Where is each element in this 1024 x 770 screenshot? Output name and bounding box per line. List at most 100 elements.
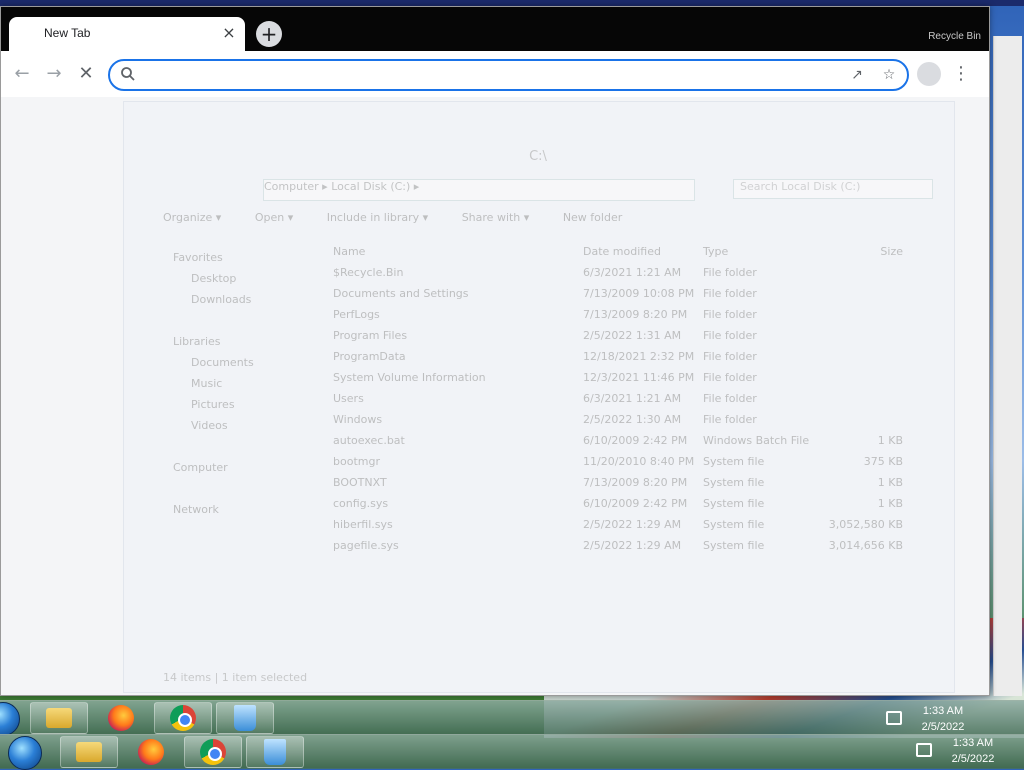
folder-icon <box>46 708 72 728</box>
file-type: Windows Batch File <box>703 434 810 447</box>
ghost-command-bar: Organize ▾ Open ▾ Include in library ▾ S… <box>163 211 652 224</box>
file-name: BOOTNXT <box>333 476 387 489</box>
file-list-row: config.sys 6/10/2009 2:42 PM System file 1 … <box>333 493 903 514</box>
file-type: File folder <box>703 266 757 279</box>
file-date: 2/5/2022 1:29 AM <box>583 539 682 552</box>
file-type: System file <box>703 476 765 489</box>
arrow-left-icon[interactable]: ← <box>9 61 35 87</box>
ghost-explorer-window: C:\ Computer ▸ Local Disk (C:) ▸ Search … <box>123 101 983 693</box>
ghost-command: Organize ▾ <box>163 211 222 224</box>
file-type: File folder <box>703 329 757 342</box>
file-name: ProgramData <box>333 350 406 363</box>
search-icon <box>121 67 135 81</box>
background-window-label: Recycle Bin <box>928 31 981 42</box>
file-date: 2/5/2022 1:29 AM <box>583 518 682 531</box>
taskbar-firefox-button[interactable] <box>92 702 150 734</box>
file-type: File folder <box>703 350 757 363</box>
share-icon[interactable]: ↗ <box>848 66 866 84</box>
file-type: File folder <box>703 287 757 300</box>
file-name: $Recycle.Bin <box>333 266 404 279</box>
tab-strip: New Tab × + Recycle Bin <box>1 7 989 51</box>
ghost-file-list: Name Date modified Type Size $Recycle.Bin 6/… <box>333 241 903 556</box>
file-list-row: Documents and Settings 7/13/2009 10:08 PM… <box>333 283 903 304</box>
file-name: bootmgr <box>333 455 380 468</box>
kebab-menu-icon[interactable]: ⋮ <box>951 62 971 86</box>
file-list-row: bootmgr 11/20/2010 8:40 PM System file 375 … <box>333 451 903 472</box>
ghost-nav-item <box>173 478 254 499</box>
column-header-type: Type <box>703 245 729 258</box>
file-list-row: pagefile.sys 2/5/2022 1:29 AM System file 3… <box>333 535 903 556</box>
start-button[interactable] <box>0 702 20 736</box>
ghost-nav-item: Network <box>173 503 219 516</box>
network-icon[interactable] <box>916 743 932 757</box>
ghost-command: Open ▾ <box>254 211 294 224</box>
file-list-row: Program Files 2/5/2022 1:31 AM File folder <box>333 325 903 346</box>
taskbar-chrome-button[interactable] <box>184 736 242 768</box>
new-tab-button[interactable]: + <box>256 21 282 47</box>
column-header-date: Date modified <box>583 245 661 258</box>
taskbar-upper: 1:33 AM 2/5/2022 <box>0 700 1024 736</box>
ghost-explorer-title: C:\ <box>529 149 547 164</box>
file-list-row: hiberfil.sys 2/5/2022 1:29 AM System file 3… <box>333 514 903 535</box>
network-icon[interactable] <box>886 711 902 725</box>
file-date: 12/18/2021 2:32 PM <box>583 350 695 363</box>
taskbar-recycle-bin-button[interactable] <box>246 736 304 768</box>
arrow-right-icon[interactable]: → <box>41 61 67 87</box>
browser-toolbar: ← → ✕ ↗ ☆ ⋮ <box>1 51 989 98</box>
close-icon[interactable]: ✕ <box>73 61 99 87</box>
profile-icon[interactable] <box>917 62 941 86</box>
taskbar-clock[interactable]: 1:33 AM 2/5/2022 <box>942 735 1004 767</box>
ghost-nav-item: Libraries <box>173 335 221 348</box>
ghost-nav-item: Videos <box>191 419 228 432</box>
ghost-nav-pane: Favorites Desktop Downloads Libraries Do… <box>173 247 254 520</box>
start-button[interactable] <box>8 736 42 770</box>
file-size: 1 KB <box>877 476 903 489</box>
file-date: 7/13/2009 10:08 PM <box>583 287 695 300</box>
file-date: 2/5/2022 1:30 AM <box>583 413 682 426</box>
taskbar-lower: 1:33 AM 2/5/2022 <box>0 734 1024 770</box>
address-bar[interactable]: ↗ ☆ <box>108 59 909 91</box>
file-name: Program Files <box>333 329 408 342</box>
file-type: File folder <box>703 308 757 321</box>
tab-close-button[interactable]: × <box>219 23 239 43</box>
taskbar-firefox-button[interactable] <box>122 736 180 768</box>
file-size: 1 KB <box>877 497 903 510</box>
ghost-nav-item: Pictures <box>191 398 235 411</box>
column-header-size: Size <box>880 245 903 258</box>
file-date: 12/3/2021 11:46 PM <box>583 371 695 384</box>
ghost-command: Share with ▾ <box>461 211 530 224</box>
file-date: 6/10/2009 2:42 PM <box>583 497 688 510</box>
file-size: 1 KB <box>877 434 903 447</box>
file-name: autoexec.bat <box>333 434 405 447</box>
file-list-row: BOOTNXT 7/13/2009 8:20 PM System file 1 KB <box>333 472 903 493</box>
file-list-row: $Recycle.Bin 6/3/2021 1:21 AM File folder <box>333 262 903 283</box>
address-input[interactable] <box>142 65 836 87</box>
tab-title: New Tab <box>44 26 91 40</box>
file-type: System file <box>703 518 765 531</box>
file-date: 7/13/2009 8:20 PM <box>583 476 688 489</box>
file-size: 3,014,656 KB <box>828 539 903 552</box>
taskbar-recycle-bin-button[interactable] <box>216 702 274 734</box>
taskbar-explorer-button[interactable] <box>60 736 118 768</box>
file-list-row: System Volume Information 12/3/2021 11:46… <box>333 367 903 388</box>
chrome-icon <box>200 739 226 765</box>
file-list-row: Windows 2/5/2022 1:30 AM File folder <box>333 409 903 430</box>
ghost-nav-item: Computer <box>173 461 228 474</box>
file-name: hiberfil.sys <box>333 518 393 531</box>
ghost-nav-item: Music <box>191 377 223 390</box>
firefox-icon <box>138 739 164 765</box>
file-name: config.sys <box>333 497 389 510</box>
tab-new-tab[interactable]: New Tab × <box>9 17 245 51</box>
file-date: 11/20/2010 8:40 PM <box>583 455 695 468</box>
chrome-window: New Tab × + Recycle Bin ← → ✕ ↗ ☆ ⋮ C:\ … <box>0 6 990 696</box>
page-content: C:\ Computer ▸ Local Disk (C:) ▸ Search … <box>1 97 989 695</box>
star-icon[interactable]: ☆ <box>880 66 898 84</box>
taskbar-clock[interactable]: 1:33 AM 2/5/2022 <box>912 703 974 735</box>
taskbar-chrome-button[interactable] <box>154 702 212 734</box>
folder-icon <box>76 742 102 762</box>
taskbar-explorer-button[interactable] <box>30 702 88 734</box>
ghost-nav-item: Documents <box>191 356 254 369</box>
file-name: System Volume Information <box>333 371 486 384</box>
ghost-nav-item: Downloads <box>191 293 252 306</box>
file-date: 7/13/2009 8:20 PM <box>583 308 688 321</box>
